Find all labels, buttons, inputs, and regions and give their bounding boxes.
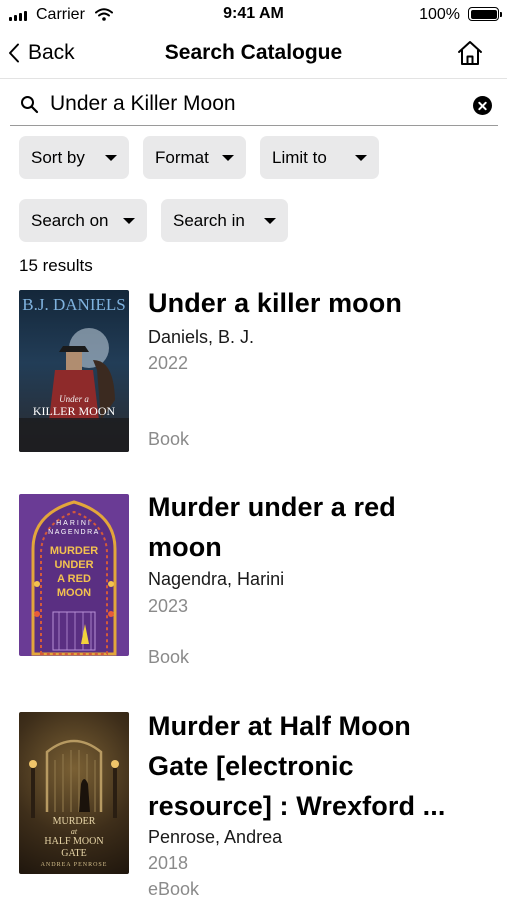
cover-title-top: Under a: [59, 394, 89, 404]
page-title: Search Catalogue: [164, 41, 343, 64]
result-format: Book: [148, 429, 190, 449]
cover-title-line: HALF MOON: [44, 836, 104, 847]
result-title: Murder under a red moon: [148, 492, 396, 562]
cover-title-line: UNDER: [54, 559, 94, 571]
book-cover: HARINI NAGENDRA MURDER UNDER A RED MOON: [19, 494, 129, 656]
sort-by-label: Sort by: [31, 147, 85, 167]
result-item[interactable]: MURDER at HALF MOON GATE ANDREA PENROSE …: [0, 706, 507, 900]
cover-title-bottom: KILLER MOON: [32, 404, 116, 418]
result-item[interactable]: HARINI NAGENDRA MURDER UNDER A RED MOON …: [0, 487, 507, 687]
cover-author-bottom: NAGENDRA: [48, 529, 100, 536]
search-on-label: Search on: [31, 210, 109, 230]
caret-down-icon: [123, 217, 135, 224]
search-on-dropdown[interactable]: Search on: [19, 199, 147, 242]
cover-title-line: MURDER: [49, 545, 99, 557]
result-year: 2022: [148, 353, 189, 373]
format-dropdown[interactable]: Format: [143, 136, 246, 179]
result-author: Penrose, Andrea: [148, 827, 283, 847]
book-cover: MURDER at HALF MOON GATE ANDREA PENROSE: [19, 712, 129, 874]
sort-by-dropdown[interactable]: Sort by: [19, 136, 129, 179]
result-author: Daniels, B. J.: [148, 327, 255, 347]
cover-title-line: at: [70, 827, 78, 836]
chevron-left-icon: [9, 43, 19, 63]
caret-down-icon: [105, 154, 117, 161]
home-icon[interactable]: [455, 38, 485, 68]
search-in-label: Search in: [173, 210, 245, 230]
format-label: Format: [155, 147, 209, 167]
battery-icon: [468, 7, 502, 21]
result-title: Under a killer moon: [148, 288, 402, 318]
caret-down-icon: [355, 154, 367, 161]
cover-author-top: HARINI: [56, 520, 92, 527]
search-in-dropdown[interactable]: Search in: [161, 199, 288, 242]
result-year: 2018: [148, 853, 189, 873]
result-title: Murder at Half Moon Gate [electronic res…: [148, 711, 446, 821]
battery-percentage: 100%: [419, 6, 460, 23]
back-button[interactable]: Back: [8, 38, 75, 68]
book-cover: B.J. DANIELS Under a KILLER MOON: [19, 290, 129, 452]
cover-author: B.J. DANIELS: [22, 295, 126, 314]
results-count: 15 results: [19, 256, 93, 275]
result-format: eBook: [148, 879, 200, 899]
cover-title-line: MURDER: [52, 816, 96, 827]
caret-down-icon: [222, 154, 234, 161]
result-year: 2023: [148, 596, 189, 616]
status-bar: Carrier 9:41 AM 100%: [0, 0, 507, 30]
limit-to-label: Limit to: [272, 147, 327, 167]
caret-down-icon: [264, 217, 276, 224]
cover-author: ANDREA PENROSE: [40, 862, 108, 868]
cover-title-line: MOON: [56, 587, 92, 599]
back-label: Back: [28, 41, 75, 64]
result-item[interactable]: B.J. DANIELS Under a KILLER MOON Under a…: [0, 285, 507, 465]
search-bar: [10, 84, 498, 126]
result-author: Nagendra, Harini: [148, 569, 285, 589]
result-format: Book: [148, 647, 190, 667]
clear-icon[interactable]: [473, 96, 492, 115]
cover-title-line: GATE: [61, 848, 87, 859]
search-icon: [21, 96, 39, 114]
navigation-bar: Back Search Catalogue: [0, 30, 507, 79]
search-input[interactable]: [50, 88, 460, 120]
limit-to-dropdown[interactable]: Limit to: [260, 136, 379, 179]
cover-title-line: A RED: [57, 573, 91, 585]
